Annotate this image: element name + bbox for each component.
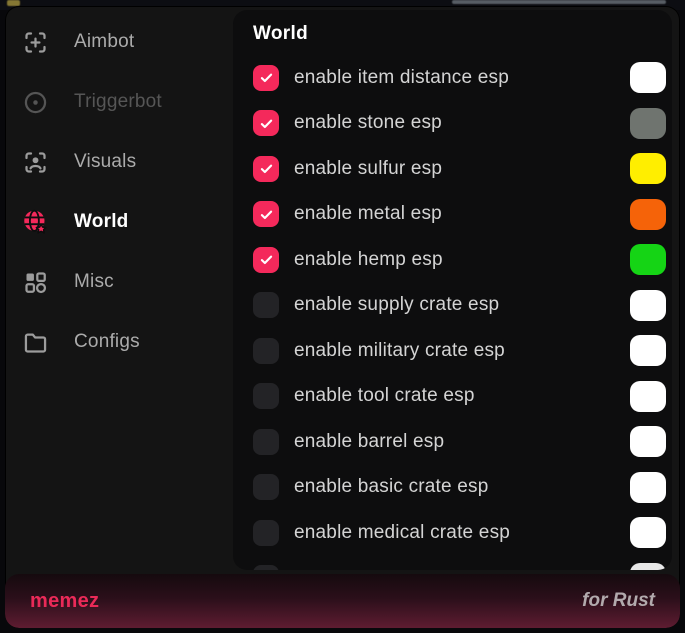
setting-label: enable stone esp bbox=[294, 112, 442, 134]
brand-tagline: for Rust bbox=[582, 590, 655, 612]
setting-label: enable medical crate esp bbox=[294, 522, 510, 544]
setting-checkbox[interactable] bbox=[253, 247, 279, 273]
world-settings-panel: World enable item distance esp enable sto… bbox=[233, 10, 672, 570]
color-swatch[interactable] bbox=[630, 426, 666, 457]
color-swatch[interactable] bbox=[630, 108, 666, 139]
aimbot-icon bbox=[22, 29, 49, 56]
sidebar-item-configs[interactable]: Configs bbox=[5, 312, 233, 372]
color-swatch[interactable] bbox=[630, 335, 666, 366]
cheat-menu-window: AimbotTriggerbotVisualsWorldMiscConfigs … bbox=[5, 6, 680, 628]
settings-list: enable item distance esp enable stone esp… bbox=[253, 55, 667, 570]
sidebar-item-label: Aimbot bbox=[74, 31, 134, 53]
setting-label: enable item distance esp bbox=[294, 67, 509, 89]
color-swatch[interactable] bbox=[630, 381, 666, 412]
setting-checkbox[interactable] bbox=[253, 565, 279, 570]
setting-label: enable hemp esp bbox=[294, 249, 443, 271]
triggerbot-icon bbox=[22, 89, 49, 116]
sidebar-item-aimbot[interactable]: Aimbot bbox=[5, 12, 233, 72]
sidebar-item-label: Configs bbox=[74, 331, 140, 353]
setting-checkbox[interactable] bbox=[253, 65, 279, 91]
settings-row: enable metal esp bbox=[253, 192, 667, 238]
configs-icon bbox=[22, 329, 49, 356]
color-swatch[interactable] bbox=[630, 62, 666, 93]
footer-bar: memez for Rust bbox=[5, 574, 680, 628]
setting-checkbox[interactable] bbox=[253, 110, 279, 136]
color-swatch[interactable] bbox=[630, 517, 666, 548]
color-swatch[interactable] bbox=[630, 563, 666, 570]
settings-row: enable military crate esp bbox=[253, 328, 667, 374]
sidebar-item-label: Misc bbox=[74, 271, 114, 293]
settings-row: enable barrel esp bbox=[253, 419, 667, 465]
sidebar-item-misc[interactable]: Misc bbox=[5, 252, 233, 312]
sidebar-item-label: Triggerbot bbox=[74, 91, 162, 113]
color-swatch[interactable] bbox=[630, 153, 666, 184]
settings-row: enable medical crate esp bbox=[253, 510, 667, 556]
setting-checkbox[interactable] bbox=[253, 520, 279, 546]
sidebar-item-triggerbot[interactable]: Triggerbot bbox=[5, 72, 233, 132]
sidebar-nav: Aimbot Triggerbot Visuals World Misc Configs bbox=[5, 12, 233, 372]
settings-row: enable item distance esp bbox=[253, 55, 667, 101]
color-swatch[interactable] bbox=[630, 290, 666, 321]
settings-row: enable stone esp bbox=[253, 101, 667, 147]
settings-row bbox=[253, 556, 667, 571]
color-swatch[interactable] bbox=[630, 199, 666, 230]
setting-checkbox[interactable] bbox=[253, 338, 279, 364]
settings-row: enable sulfur esp bbox=[253, 146, 667, 192]
settings-row: enable tool crate esp bbox=[253, 374, 667, 420]
panel-title: World bbox=[253, 23, 667, 45]
setting-checkbox[interactable] bbox=[253, 474, 279, 500]
settings-row: enable supply crate esp bbox=[253, 283, 667, 329]
sidebar-item-world[interactable]: World bbox=[5, 192, 233, 252]
sidebar-item-visuals[interactable]: Visuals bbox=[5, 132, 233, 192]
setting-checkbox[interactable] bbox=[253, 292, 279, 318]
settings-row: enable basic crate esp bbox=[253, 465, 667, 511]
color-swatch[interactable] bbox=[630, 472, 666, 503]
sidebar-item-label: Visuals bbox=[74, 151, 136, 173]
setting-label: enable sulfur esp bbox=[294, 158, 442, 180]
world-icon bbox=[22, 209, 49, 236]
brand-name: memez bbox=[30, 590, 99, 613]
setting-label: enable barrel esp bbox=[294, 431, 444, 453]
sidebar-item-label: World bbox=[74, 211, 128, 233]
background-artifact bbox=[452, 0, 666, 4]
setting-label: enable metal esp bbox=[294, 203, 442, 225]
color-swatch[interactable] bbox=[630, 244, 666, 275]
setting-checkbox[interactable] bbox=[253, 156, 279, 182]
visuals-icon bbox=[22, 149, 49, 176]
setting-label: enable basic crate esp bbox=[294, 476, 489, 498]
misc-icon bbox=[22, 269, 49, 296]
setting-label: enable tool crate esp bbox=[294, 385, 475, 407]
setting-label: enable supply crate esp bbox=[294, 294, 499, 316]
setting-label: enable military crate esp bbox=[294, 340, 505, 362]
setting-checkbox[interactable] bbox=[253, 429, 279, 455]
setting-checkbox[interactable] bbox=[253, 383, 279, 409]
setting-checkbox[interactable] bbox=[253, 201, 279, 227]
settings-row: enable hemp esp bbox=[253, 237, 667, 283]
